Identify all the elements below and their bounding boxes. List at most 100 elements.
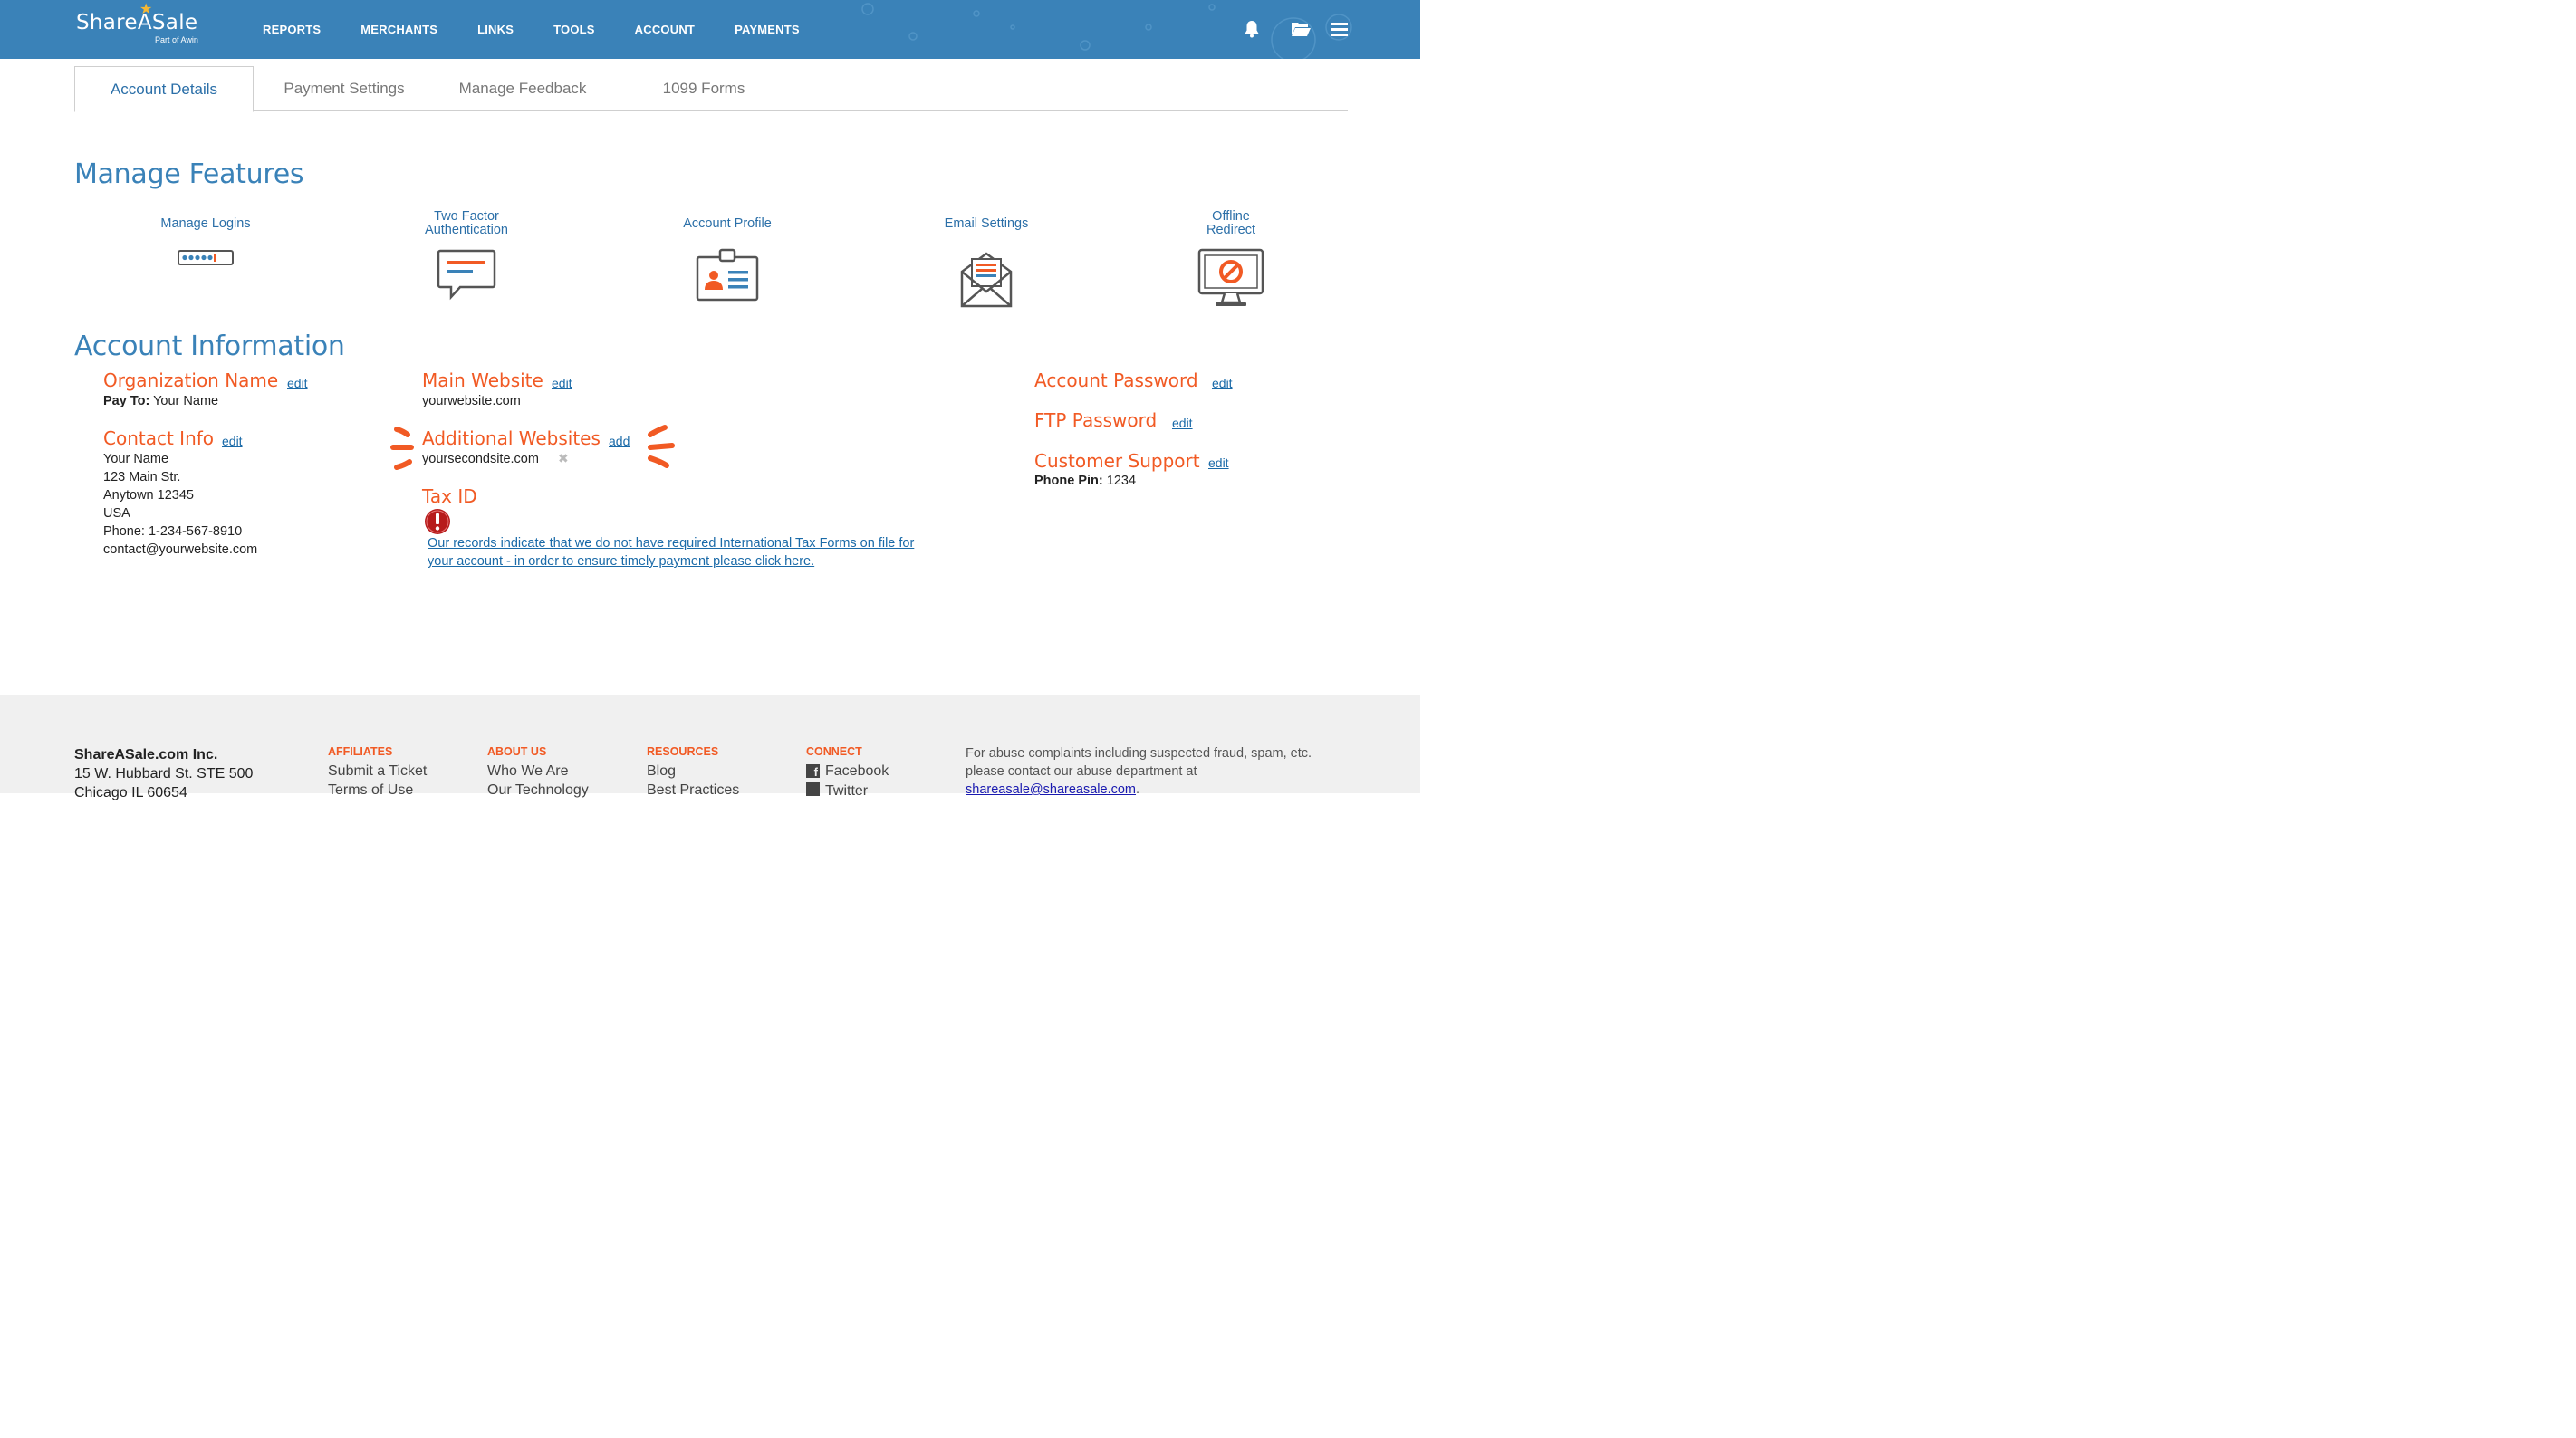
- footer-heading: ABOUT US: [487, 745, 547, 758]
- company-city: Chicago IL 60654: [74, 785, 187, 800]
- alert-icon: [425, 509, 450, 534]
- phone-pin-label: Phone Pin:: [1034, 474, 1103, 488]
- header-pattern: [861, 3, 1352, 59]
- account-information-title: Account Information: [74, 331, 345, 362]
- account-password-edit-link[interactable]: edit: [1212, 376, 1233, 390]
- pay-to-value: Your Name: [153, 394, 219, 408]
- feature-label-line1: Two Factor: [434, 209, 499, 224]
- manage-features-title: Manage Features: [74, 158, 304, 190]
- abuse-email-link[interactable]: shareasale@shareasale.com: [966, 782, 1136, 797]
- feature-label: Manage Logins: [160, 216, 251, 231]
- tax-forms-notice-link[interactable]: Our records indicate that we do not have…: [428, 534, 935, 570]
- feature-email-settings[interactable]: Email Settings: [923, 217, 1050, 308]
- tab-payment-settings[interactable]: Payment Settings: [263, 66, 426, 111]
- chat-bubble-icon: [437, 249, 496, 301]
- account-password-label: Account Password: [1034, 369, 1198, 391]
- footer-link-best-practices[interactable]: Best Practices: [647, 782, 739, 801]
- feature-label-line1: Offline: [1212, 209, 1250, 224]
- footer-link-blog[interactable]: Blog: [647, 763, 739, 782]
- phone-pin-value: 1234: [1106, 474, 1137, 488]
- pay-to-label: Pay To:: [103, 394, 150, 408]
- tab-manage-feedback[interactable]: Manage Feedback: [441, 66, 604, 111]
- footer-link-technology[interactable]: Our Technology: [487, 782, 589, 801]
- contact-country: USA: [103, 506, 130, 521]
- menu-icon[interactable]: [1329, 18, 1350, 40]
- footer-col-resources: RESOURCES Blog Best Practices: [647, 745, 739, 801]
- feature-manage-logins[interactable]: Manage Logins: [142, 217, 269, 272]
- additional-websites-add-link[interactable]: add: [609, 434, 630, 448]
- customer-support-edit-link[interactable]: edit: [1208, 455, 1229, 470]
- main-website-edit-link[interactable]: edit: [552, 376, 572, 390]
- feature-label: Account Profile: [683, 216, 772, 231]
- account-tabs: Account Details Payment Settings Manage …: [74, 66, 1348, 112]
- footer-company-address: ShareASale.com Inc. 15 W. Hubbard St. ST…: [74, 745, 253, 802]
- ftp-password-label: FTP Password: [1034, 409, 1158, 431]
- password-field-icon: [178, 250, 234, 265]
- company-name: ShareASale.com Inc.: [74, 747, 218, 762]
- twitter-icon: [806, 782, 820, 796]
- folder-icon[interactable]: [1290, 18, 1312, 40]
- contact-name: Your Name: [103, 452, 169, 466]
- contact-email: contact@yourwebsite.com: [103, 542, 258, 557]
- facebook-label: Facebook: [825, 763, 889, 779]
- footer-heading: AFFILIATES: [328, 745, 393, 758]
- monitor-block-icon: [1197, 248, 1264, 306]
- organization-name-label: Organization Name: [103, 369, 279, 391]
- ftp-password-edit-link[interactable]: edit: [1172, 416, 1193, 430]
- footer-heading: CONNECT: [806, 745, 862, 758]
- envelope-icon: [960, 252, 1013, 308]
- nav-payments[interactable]: PAYMENTS: [735, 23, 800, 36]
- facebook-icon: f: [806, 764, 820, 779]
- footer-col-affiliates: AFFILIATES Submit a Ticket Terms of Use: [328, 745, 427, 801]
- company-street: 15 W. Hubbard St. STE 500: [74, 766, 254, 781]
- contact-phone: Phone: 1-234-567-8910: [103, 524, 243, 539]
- feature-label: Email Settings: [944, 216, 1029, 231]
- footer-link-twitter[interactable]: Twitter: [806, 782, 889, 801]
- highlight-marks-left: [390, 427, 414, 470]
- remove-website-icon[interactable]: ✖: [558, 451, 569, 466]
- additional-website-value: yoursecondsite.com: [422, 452, 539, 466]
- abuse-text: For abuse complaints including suspected…: [966, 746, 1312, 779]
- footer-link-who-we-are[interactable]: Who We Are: [487, 763, 589, 782]
- highlight-marks-right: [648, 425, 675, 468]
- organization-name-edit-link[interactable]: edit: [287, 376, 308, 390]
- top-navbar: ★ ShareASale Part of Awin REPORTS MERCHA…: [0, 0, 1420, 59]
- footer-link-submit-ticket[interactable]: Submit a Ticket: [328, 763, 427, 782]
- nav-merchants[interactable]: MERCHANTS: [360, 23, 437, 36]
- customer-support-label: Customer Support: [1034, 450, 1200, 472]
- nav-tools[interactable]: TOOLS: [553, 23, 595, 36]
- contact-info-details: Your Name 123 Main Str. Anytown 12345 US…: [103, 450, 257, 559]
- feature-account-profile[interactable]: Account Profile: [664, 217, 791, 303]
- tab-account-details[interactable]: Account Details: [74, 66, 254, 112]
- footer-col-about-us: ABOUT US Who We Are Our Technology: [487, 745, 589, 801]
- feature-label-line2: Redirect: [1206, 223, 1255, 237]
- shareasale-logo[interactable]: ★ ShareASale Part of Awin: [76, 2, 198, 44]
- contact-info-label: Contact Info: [103, 427, 215, 449]
- feature-offline-redirect[interactable]: Offline Redirect: [1168, 210, 1294, 310]
- tab-1099-forms[interactable]: 1099 Forms: [622, 66, 785, 111]
- feature-two-factor-authentication[interactable]: Two Factor Authentication: [403, 210, 530, 301]
- id-badge-icon: [696, 248, 759, 302]
- footer-link-terms[interactable]: Terms of Use: [328, 782, 427, 801]
- footer-col-connect: CONNECT f Facebook Twitter: [806, 745, 889, 801]
- pay-to-line: Pay To: Your Name: [103, 392, 218, 410]
- star-icon: ★: [139, 2, 153, 17]
- bell-icon[interactable]: [1241, 18, 1263, 40]
- twitter-label: Twitter: [825, 783, 869, 799]
- nav-reports[interactable]: REPORTS: [263, 23, 321, 36]
- contact-street: 123 Main Str.: [103, 470, 181, 484]
- footer-heading: RESOURCES: [647, 745, 719, 758]
- footer-link-facebook[interactable]: f Facebook: [806, 763, 889, 782]
- nav-account[interactable]: ACCOUNT: [635, 23, 695, 36]
- contact-info-edit-link[interactable]: edit: [222, 434, 243, 448]
- nav-links[interactable]: LINKS: [477, 23, 514, 36]
- main-nav: REPORTS MERCHANTS LINKS TOOLS ACCOUNT PA…: [263, 23, 840, 36]
- additional-websites-label: Additional Websites: [422, 427, 601, 449]
- footer-abuse-notice: For abuse complaints including suspected…: [966, 744, 1346, 799]
- logo-text: ShareASale: [76, 11, 198, 34]
- logo-subtitle: Part of Awin: [155, 35, 198, 44]
- tax-id-label: Tax ID: [422, 485, 477, 507]
- main-website-label: Main Website: [422, 369, 543, 391]
- main-website-value: yourwebsite.com: [422, 394, 521, 408]
- feature-label-line2: Authentication: [425, 223, 508, 237]
